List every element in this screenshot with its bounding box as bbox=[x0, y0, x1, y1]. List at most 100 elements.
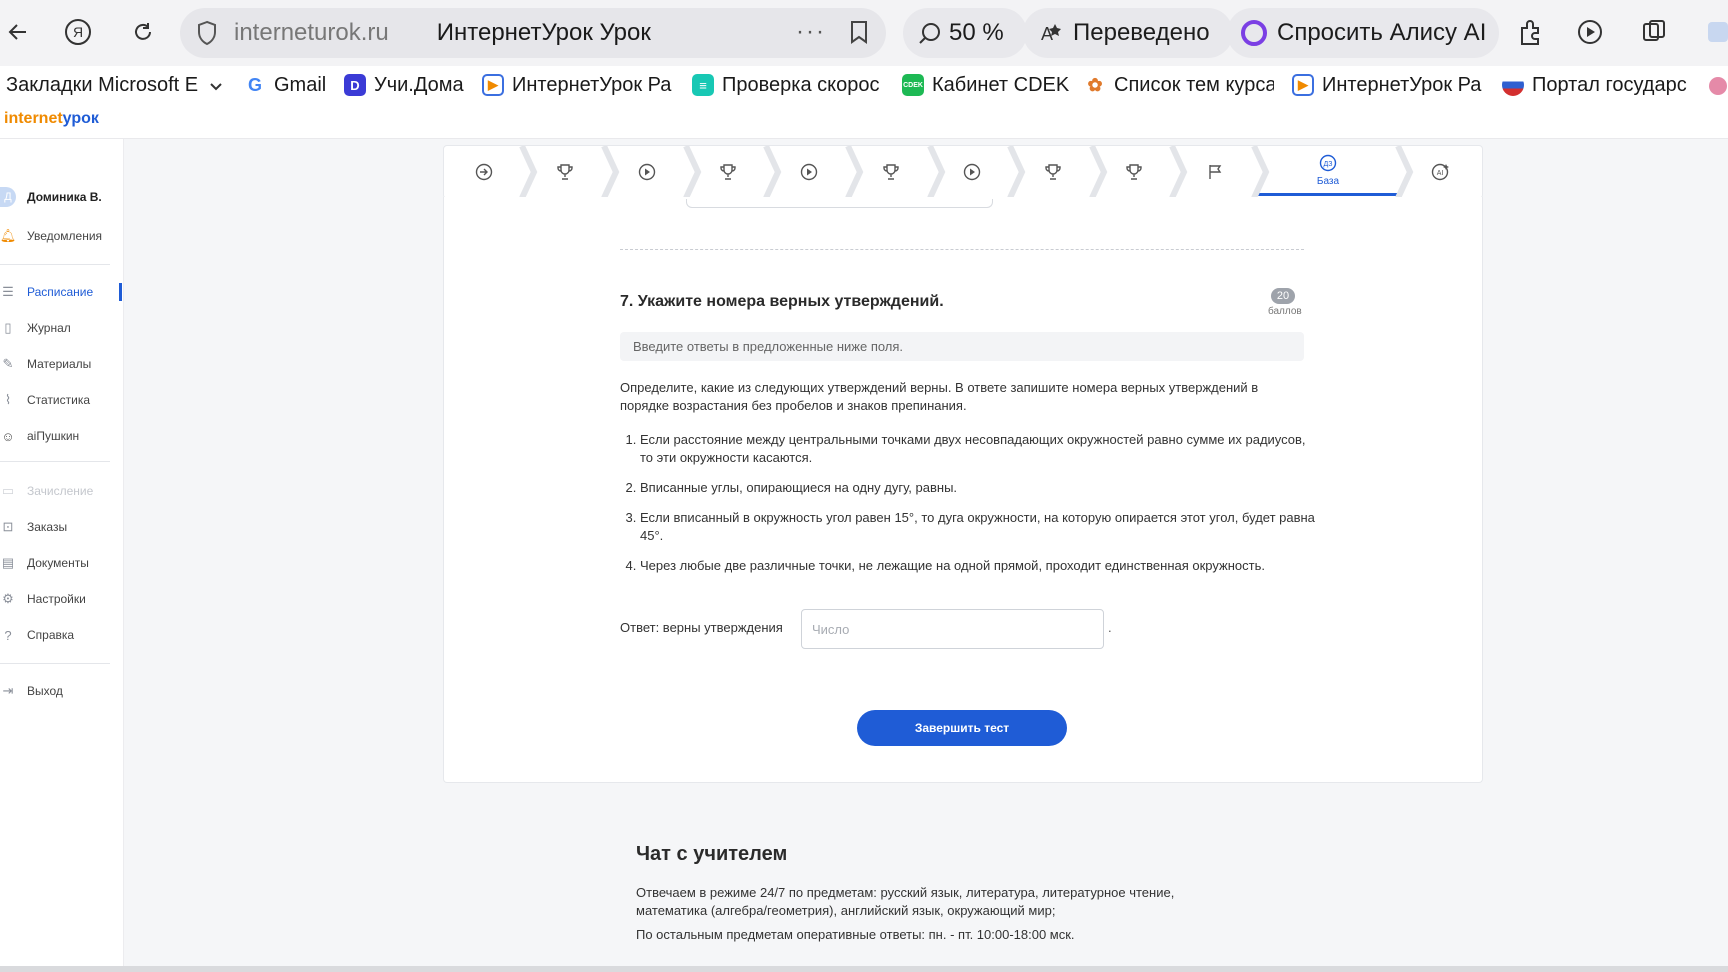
bottom-scroll-strip bbox=[0, 966, 1728, 972]
sidebar-item-enrollment: ▭ Зачисление bbox=[0, 480, 122, 502]
zoom-indicator[interactable]: 50 % bbox=[903, 8, 1027, 58]
document-icon: ▤ bbox=[1, 555, 15, 570]
sidebar-item-label: Справка bbox=[27, 628, 75, 642]
list-item: Если расстояние между центральными точка… bbox=[640, 431, 1320, 467]
collections-icon[interactable] bbox=[1636, 14, 1672, 50]
previous-input-edge bbox=[686, 199, 993, 208]
score-badge: 20 баллов bbox=[1268, 286, 1302, 317]
bookmark-label: ИнтернетУрок Ра bbox=[512, 73, 672, 96]
sidebar-item-journal[interactable]: ▯ Журнал bbox=[0, 317, 122, 339]
lesson-steps-nav: ДЗ База AI bbox=[443, 145, 1483, 199]
bookmark-item[interactable]: ▶ ИнтернетУрок Ра bbox=[482, 66, 672, 104]
sidebar-item-logout[interactable]: ⇥ Выход bbox=[0, 680, 122, 702]
cart-icon: ⊡ bbox=[2, 519, 14, 534]
translated-button[interactable]: A Переведено bbox=[1023, 8, 1233, 58]
sidebar-item-label: Расписание bbox=[27, 285, 94, 299]
sidebar: Д Доминика В. 🔔︎ Уведомления ☰ Расписани… bbox=[0, 139, 124, 972]
sidebar-item-label: Документы bbox=[27, 556, 89, 570]
more-icon[interactable]: ··· bbox=[796, 18, 826, 46]
tab-title: ИнтернетУрок Урок bbox=[436, 19, 651, 46]
sidebar-item-label: Настройки bbox=[27, 592, 86, 606]
reload-icon[interactable] bbox=[125, 14, 161, 50]
question-intro: Определите, какие из следующих утвержден… bbox=[620, 380, 1259, 413]
question-hint: Введите ответы в предложенные ниже поля. bbox=[620, 332, 1304, 361]
uchi-icon: D bbox=[344, 74, 366, 96]
sidebar-divider bbox=[0, 663, 110, 664]
sidebar-item-notifications[interactable]: 🔔︎ Уведомления bbox=[0, 225, 122, 247]
logout-icon: ⇥ bbox=[2, 683, 14, 698]
sidebar-item-label: aiПушкин bbox=[27, 429, 80, 443]
list-item: Если вписанный в окружность угол равен 1… bbox=[640, 509, 1320, 545]
robot-icon: ☺ bbox=[1, 428, 15, 444]
chat-description: Отвечаем в режиме 24/7 по предметам: рус… bbox=[636, 885, 1175, 918]
sidebar-item-aipushkin[interactable]: ☺ aiПушкин bbox=[0, 425, 122, 447]
help-icon: ? bbox=[4, 627, 12, 643]
bookmark-label: Проверка скорос bbox=[722, 73, 880, 96]
media-icon[interactable] bbox=[1573, 14, 1609, 50]
bookmark-item[interactable]: D Учи.Дома bbox=[344, 66, 468, 104]
bookmarks-bar: Закладки Microsoft E G Gmail D Учи.Дома … bbox=[0, 66, 1728, 105]
address-bar[interactable]: interneturok.ru ИнтернетУрок Урок ··· bbox=[180, 8, 886, 58]
sidebar-user[interactable]: Д Доминика В. bbox=[0, 186, 122, 208]
bookmark-label: Учи.Дома bbox=[374, 73, 464, 96]
active-indicator bbox=[119, 283, 122, 301]
site-logo[interactable]: internetурок bbox=[4, 110, 99, 128]
bookmark-label: Закладки Microsoft E bbox=[6, 73, 199, 96]
sidebar-item-schedule[interactable]: ☰ Расписание bbox=[0, 281, 122, 303]
cdek-icon: CDEK bbox=[902, 74, 924, 96]
search-icon bbox=[919, 23, 940, 44]
score-label: баллов bbox=[1268, 306, 1302, 317]
sidebar-item-settings[interactable]: ⚙ Настройки bbox=[0, 588, 122, 610]
gear-icon: ⚙ bbox=[2, 591, 14, 606]
stats-icon: ⌇ bbox=[4, 392, 12, 407]
user-name: Доминика В. bbox=[27, 190, 102, 204]
question-divider bbox=[620, 249, 1304, 250]
bookmark-icon[interactable] bbox=[850, 20, 868, 44]
enroll-icon: ▭ bbox=[1, 483, 15, 498]
avatar: Д bbox=[0, 187, 16, 207]
speedtest-icon: ≡ bbox=[692, 74, 714, 96]
bookmark-item[interactable]: ▶ ИнтернетУрок Ра bbox=[1292, 66, 1482, 104]
bell-icon: 🔔︎ bbox=[0, 228, 17, 243]
sidebar-item-label: Заказы bbox=[27, 520, 68, 534]
address-domain: interneturok.ru bbox=[234, 19, 389, 46]
finish-test-button[interactable]: Завершить тест bbox=[857, 710, 1067, 746]
back-arrow-icon[interactable] bbox=[0, 14, 36, 50]
list-icon: ✿ bbox=[1084, 74, 1106, 96]
chat-hours: По остальным предметам оперативные ответ… bbox=[636, 927, 1075, 942]
bookmark-item[interactable]: Портал государс bbox=[1502, 66, 1692, 104]
yandex-icon[interactable]: Я bbox=[60, 14, 96, 50]
logo-part-a: internet bbox=[4, 110, 63, 127]
flag-icon bbox=[1502, 74, 1524, 96]
sidebar-divider bbox=[0, 264, 110, 265]
answer-input[interactable] bbox=[801, 609, 1104, 649]
app-icon[interactable] bbox=[1700, 68, 1728, 104]
play-icon: ▶ bbox=[1292, 74, 1314, 96]
zoom-value: 50 % bbox=[949, 19, 1004, 46]
extensions-icon[interactable] bbox=[1512, 14, 1548, 50]
sidebar-item-materials[interactable]: ✎ Материалы bbox=[0, 353, 122, 375]
sidebar-item-documents[interactable]: ▤ Документы bbox=[0, 552, 122, 574]
bookmark-item[interactable]: Закладки Microsoft E bbox=[6, 66, 202, 104]
answer-label: Ответ: верны утверждения bbox=[620, 620, 783, 635]
sidebar-divider bbox=[0, 461, 110, 462]
sidebar-item-orders[interactable]: ⊡ Заказы bbox=[0, 516, 122, 538]
answer-period: . bbox=[1108, 620, 1112, 635]
question-title: 7. Укажите номера верных утверждений. bbox=[620, 293, 944, 310]
step-separators bbox=[519, 146, 1414, 198]
alice-icon bbox=[1241, 20, 1267, 46]
alice-button[interactable]: Спросить Алису AI bbox=[1227, 8, 1499, 58]
translate-icon: A bbox=[1041, 24, 1061, 44]
bookmark-item[interactable]: ✿ Список тем курса bbox=[1084, 66, 1274, 104]
chevron-down-icon[interactable] bbox=[198, 68, 234, 104]
svg-text:A: A bbox=[1041, 24, 1053, 44]
profile-icon[interactable] bbox=[1700, 14, 1728, 50]
bookmark-item[interactable]: G Gmail bbox=[244, 66, 336, 104]
play-icon: ▶ bbox=[482, 74, 504, 96]
sidebar-item-label: Журнал bbox=[27, 321, 71, 335]
sidebar-item-stats[interactable]: ⌇ Статистика bbox=[0, 389, 122, 411]
bookmark-item[interactable]: CDEK Кабинет CDEK bbox=[902, 66, 1072, 104]
bookmark-item[interactable]: ≡ Проверка скорос bbox=[692, 66, 882, 104]
sidebar-item-help[interactable]: ? Справка bbox=[0, 624, 122, 646]
google-icon: G bbox=[244, 74, 266, 96]
